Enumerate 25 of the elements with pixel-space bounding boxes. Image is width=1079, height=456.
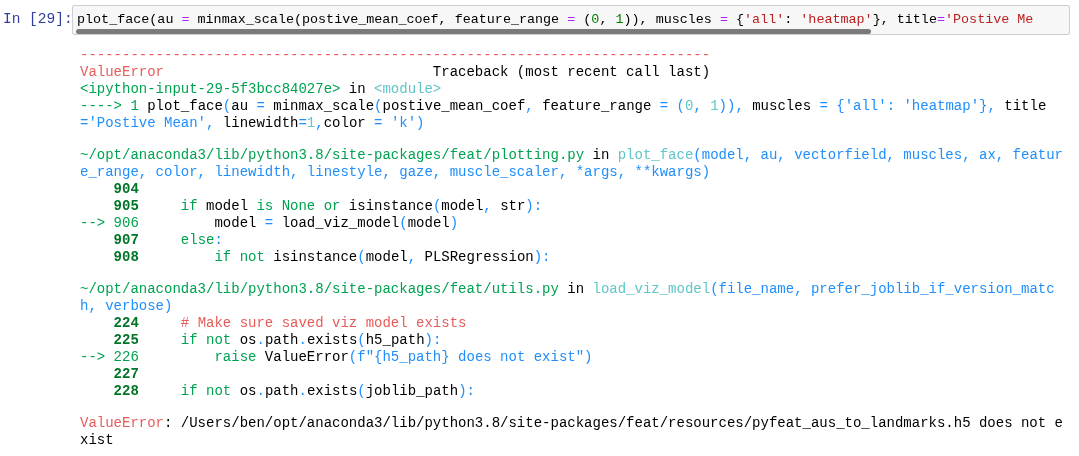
traceback-line: --> 906 model = load_viz_model(model) [80,215,459,232]
traceback-line: 904 [112,181,139,198]
input-prompt: In [29]: [2,10,72,28]
traceback-line: 228 if not os.path.exists(joblib_path): [112,383,475,400]
traceback-line: 227 [112,366,139,383]
horizontal-scrollbar[interactable] [76,29,871,34]
traceback-line: h, verbose) [80,298,173,315]
traceback-line: 907 else: [112,232,223,249]
traceback-line: --> 226 raise ValueError(f"{h5_path} does not exist") [80,349,593,366]
traceback-line: 905 if model is None or isinstance(model, str): [112,198,543,215]
traceback-line: <ipython-input-29-5f3bcc84027e> in <module> [80,81,442,98]
code-input-field[interactable]: plot_face(au = minmax_scale(postive_mean_coef, feature_range = (0, 1)), muscles = {'all': 'heatmap'}, title='Postive Me [72,5,1070,35]
code-line: plot_face(au = minmax_scale(postive_mean_coef, feature_range = (0, 1)), muscles = {'all': 'heatmap'}, title='Postive Me [76,11,1035,28]
traceback-line: 225 if not os.path.exists(h5_path): [112,332,442,349]
traceback-line: ~/opt/anaconda3/lib/python3.8/site-packages/feat/utils.py in load_viz_model(file_name, prefer_joblib_if_version_matc [80,281,1055,298]
traceback-line: ValueError: /Users/ben/opt/anaconda3/lib/python3.8/site-packages/feat/resources/pyfeat_aus_to_landmarks.h5 does not e [80,415,1063,432]
traceback-line: xist [80,432,114,449]
traceback-line: ~/opt/anaconda3/lib/python3.8/site-packages/feat/plotting.py in plot_face(model, au, vectorfield, muscles, ax, featur [80,147,1063,164]
traceback-line: ValueError Traceback (most recent call last) [80,64,711,81]
traceback-line: 908 if not isinstance(model, PLSRegression): [112,249,551,266]
traceback-line: ----> 1 plot_face(au = minmax_scale(postive_mean_coef, feature_range = (0, 1)), muscles = {'all': 'heatmap'}, title [80,98,1047,115]
traceback-line: --------------------------------------------------------------------------- [80,47,711,64]
traceback-line: 224 # Make sure saved viz model exists [112,315,467,332]
traceback-line: ='Postive Mean', linewidth=1,color = 'k') [80,115,425,132]
traceback-line: e_range, color, linewidth, linestyle, gaze, muscle_scaler, *args, **kwargs) [80,164,711,181]
